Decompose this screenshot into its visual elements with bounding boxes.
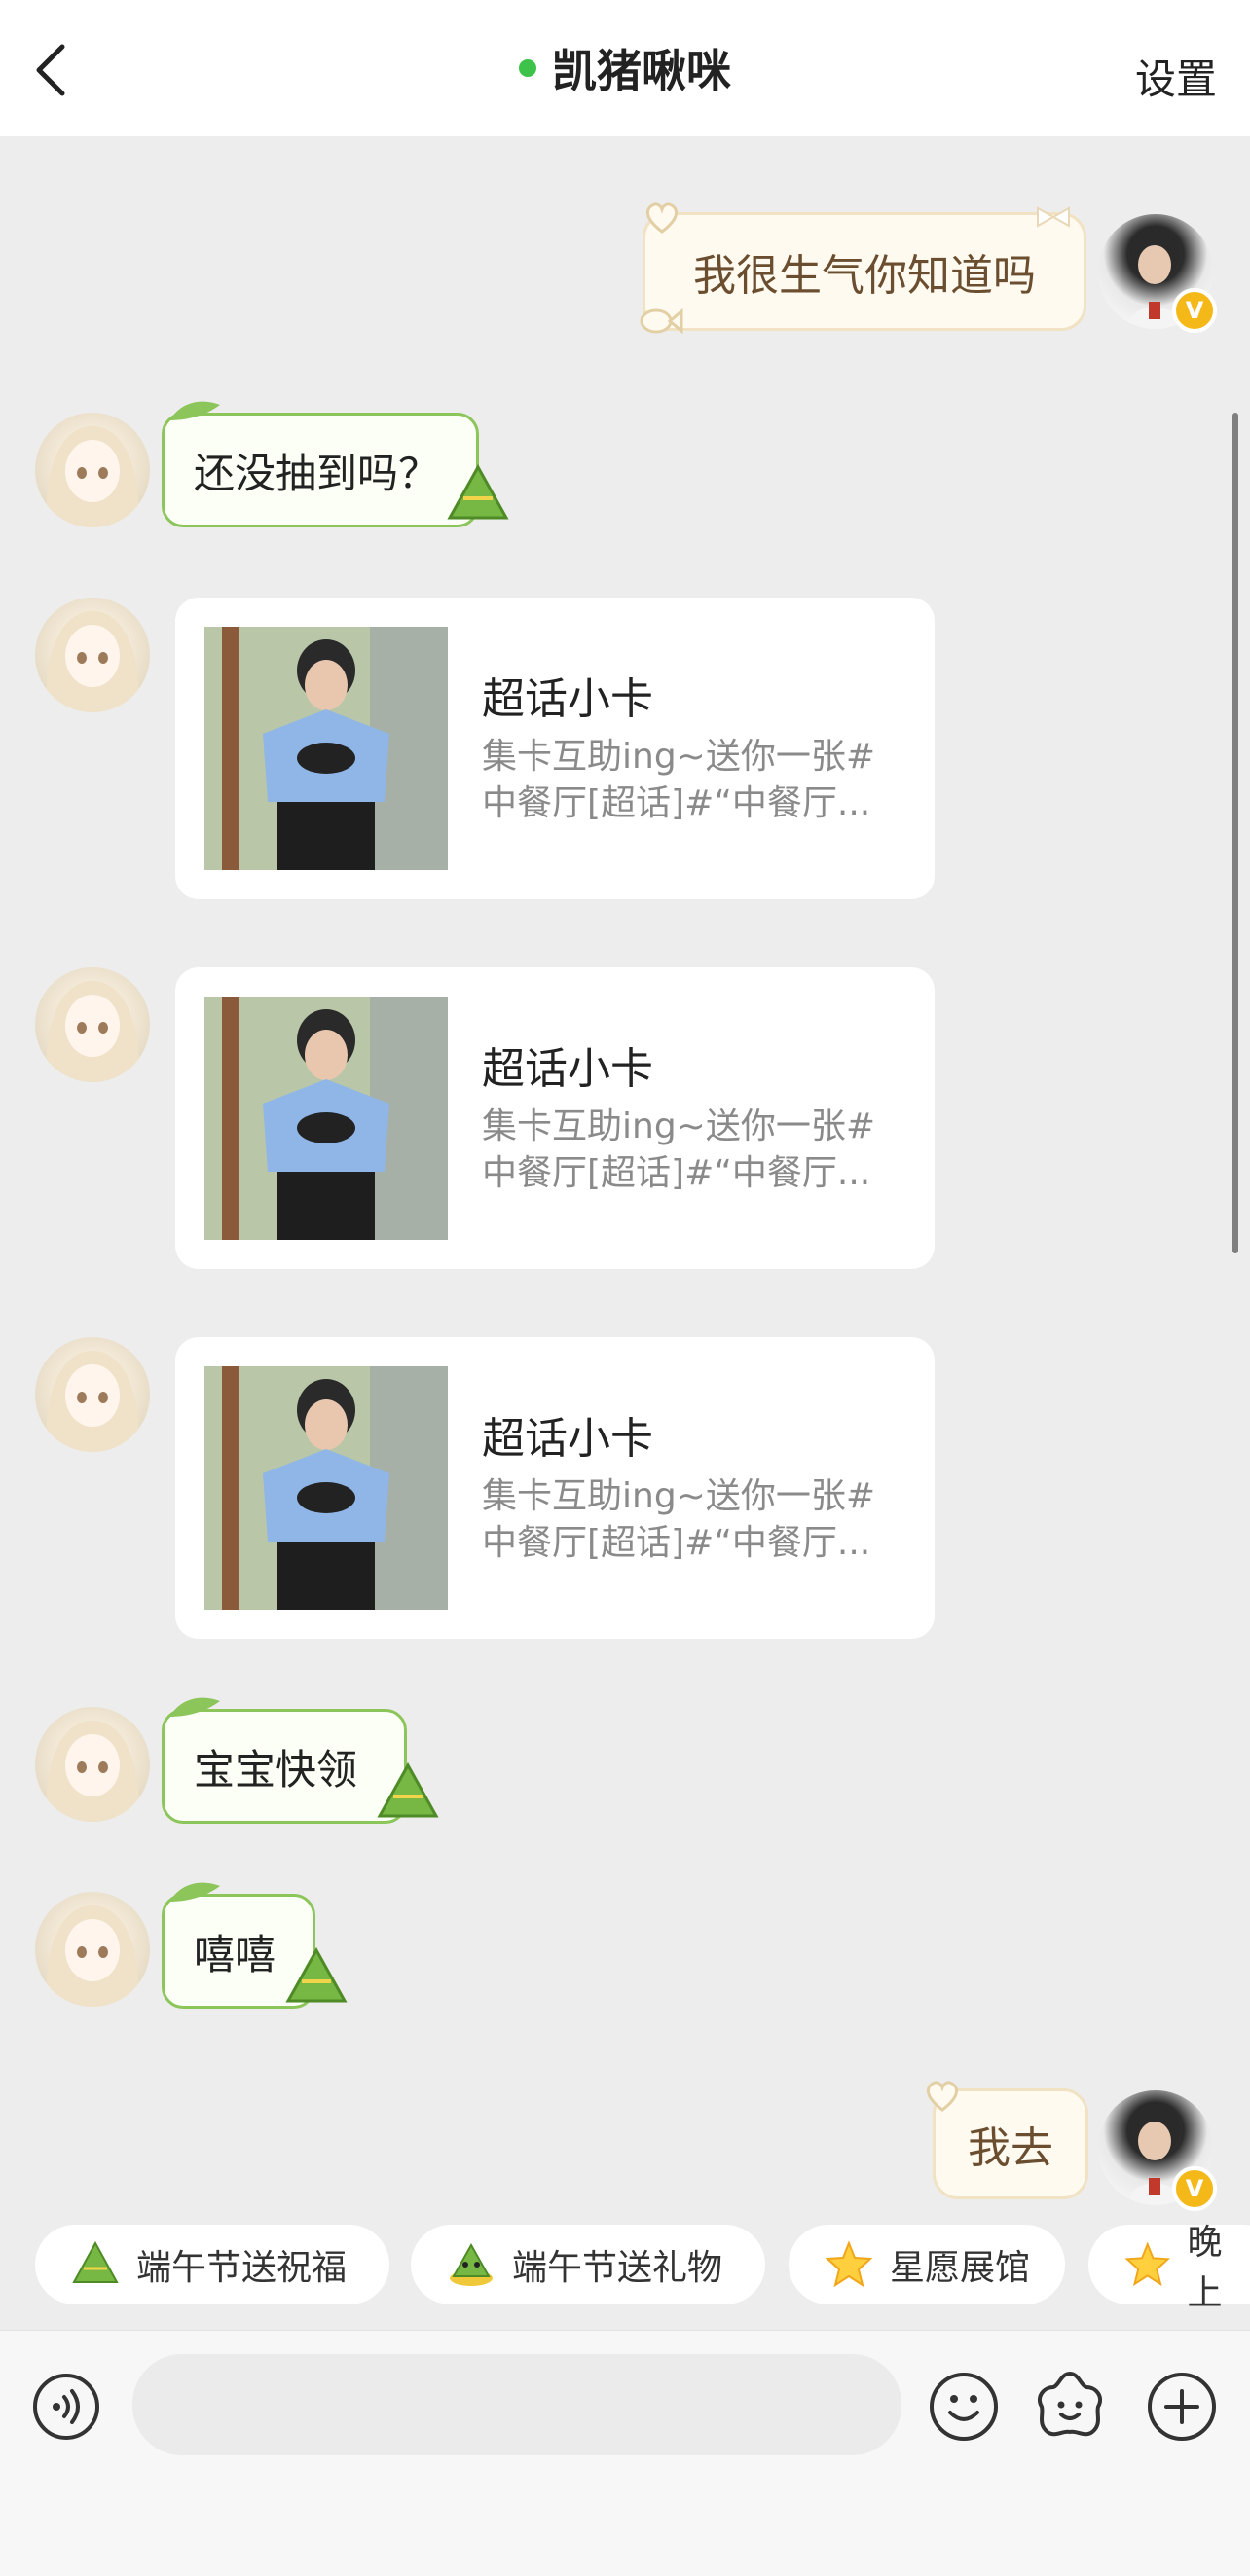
card-description: 集卡互助ing~送你一张# 中餐厅[超话]#“中餐厅... [482,734,910,827]
card-description-line: 集卡互助ing~送你一张# [482,737,875,777]
card-thumbnail [204,627,448,870]
quick-action-chip[interactable]: 星愿展馆 [789,2225,1065,2304]
online-status-dot [519,59,536,77]
anime-girl-icon [46,981,139,1082]
card-description: 集卡互助ing~送你一张# 中餐厅[超话]#“中餐厅... [482,1104,910,1197]
verified-badge: V [1172,288,1217,333]
supertopic-card[interactable]: 超话小卡 集卡互助ing~送你一张# 中餐厅[超话]#“中餐厅... [175,598,935,899]
card-photo-icon [204,627,448,870]
zongzi-icon [72,2240,119,2283]
chat-header: 凯猪啾咪 设置 [0,0,1250,136]
leaf-decoration-icon [169,1882,220,1902]
input-bar [0,2330,1250,2576]
message-input[interactable] [132,2354,901,2455]
chip-label: 端午节送礼物 [512,2248,723,2288]
chat-title: 凯猪啾咪 [552,45,731,97]
card-description-line: 中餐厅[超话]#“中餐厅... [482,1153,871,1193]
message-text: 还没抽到吗？ [194,449,440,497]
chip-label: 端午节送祝福 [136,2248,348,2288]
chip-label: 星愿展馆 [890,2248,1031,2288]
supertopic-card[interactable]: 超话小卡 集卡互助ing~送你一张# 中餐厅[超话]#“中餐厅... [175,1337,935,1639]
message-text: 我去 [968,2123,1053,2173]
star-icon [1124,2241,1170,2287]
fish-decoration-icon [640,308,683,335]
sticker-icon[interactable] [1032,2368,1108,2444]
friend-avatar[interactable] [35,413,150,527]
plus-icon[interactable] [1145,2370,1219,2444]
message-text: 宝宝快领 [194,1745,358,1794]
anime-girl-icon [46,1905,139,2007]
heart-decoration-icon [645,202,679,234]
anime-girl-icon [46,611,139,712]
voice-icon[interactable] [31,2372,101,2442]
leaf-decoration-icon [169,1697,220,1717]
chip-label: 晚上 [1187,2223,1223,2313]
verified-badge: V [1172,2166,1217,2211]
zongzi-decoration-icon [447,463,509,520]
emoji-icon[interactable] [927,2370,1001,2444]
anime-girl-icon [46,1351,139,1452]
anime-girl-icon [46,426,139,527]
quick-action-chip[interactable]: 端午节送祝福 [35,2225,389,2304]
card-thumbnail [204,997,448,1240]
quick-action-chip[interactable]: 晚上 [1088,2223,1250,2313]
card-title: 超话小卡 [482,1044,653,1094]
card-thumbnail [204,1366,448,1610]
anime-girl-icon [46,1721,139,1822]
card-photo-icon [204,1366,448,1610]
message-text: 我很生气你知道吗 [693,251,1036,301]
card-description-line: 集卡互助ing~送你一张# [482,1107,875,1146]
chat-scrollbar[interactable] [1232,413,1238,1253]
card-description-line: 中餐厅[超话]#“中餐厅... [482,783,871,823]
quick-action-chip[interactable]: 端午节送礼物 [411,2225,765,2304]
star-icon [825,2240,873,2288]
card-title: 超话小卡 [482,674,653,724]
message-bubble[interactable]: 我很生气你知道吗 [643,212,1086,331]
friend-avatar[interactable] [35,967,150,1082]
card-description-line: 中餐厅[超话]#“中餐厅... [482,1523,871,1563]
message-text: 嘻嘻 [194,1930,276,1978]
zongzi-decoration-icon [285,1946,348,2003]
message-bubble[interactable]: 宝宝快领 [162,1709,407,1824]
settings-button[interactable]: 设置 [1135,47,1217,106]
card-title: 超话小卡 [482,1414,653,1464]
supertopic-card[interactable]: 超话小卡 集卡互助ing~送你一张# 中餐厅[超话]#“中餐厅... [175,967,935,1269]
friend-avatar[interactable] [35,598,150,712]
card-photo-icon [204,997,448,1240]
leaf-decoration-icon [169,401,220,420]
card-description-line: 集卡互助ing~送你一张# [482,1476,875,1516]
zongzi-decoration-icon [377,1761,439,1818]
bow-decoration-icon [1037,206,1070,228]
friend-avatar[interactable] [35,1337,150,1452]
heart-decoration-icon [926,2081,959,2112]
friend-avatar[interactable] [35,1892,150,2007]
gift-zongzi-icon [450,2242,493,2286]
friend-avatar[interactable] [35,1707,150,1822]
message-bubble[interactable]: 还没抽到吗？ [162,413,479,527]
card-description: 集卡互助ing~送你一张# 中餐厅[超话]#“中餐厅... [482,1473,910,1567]
